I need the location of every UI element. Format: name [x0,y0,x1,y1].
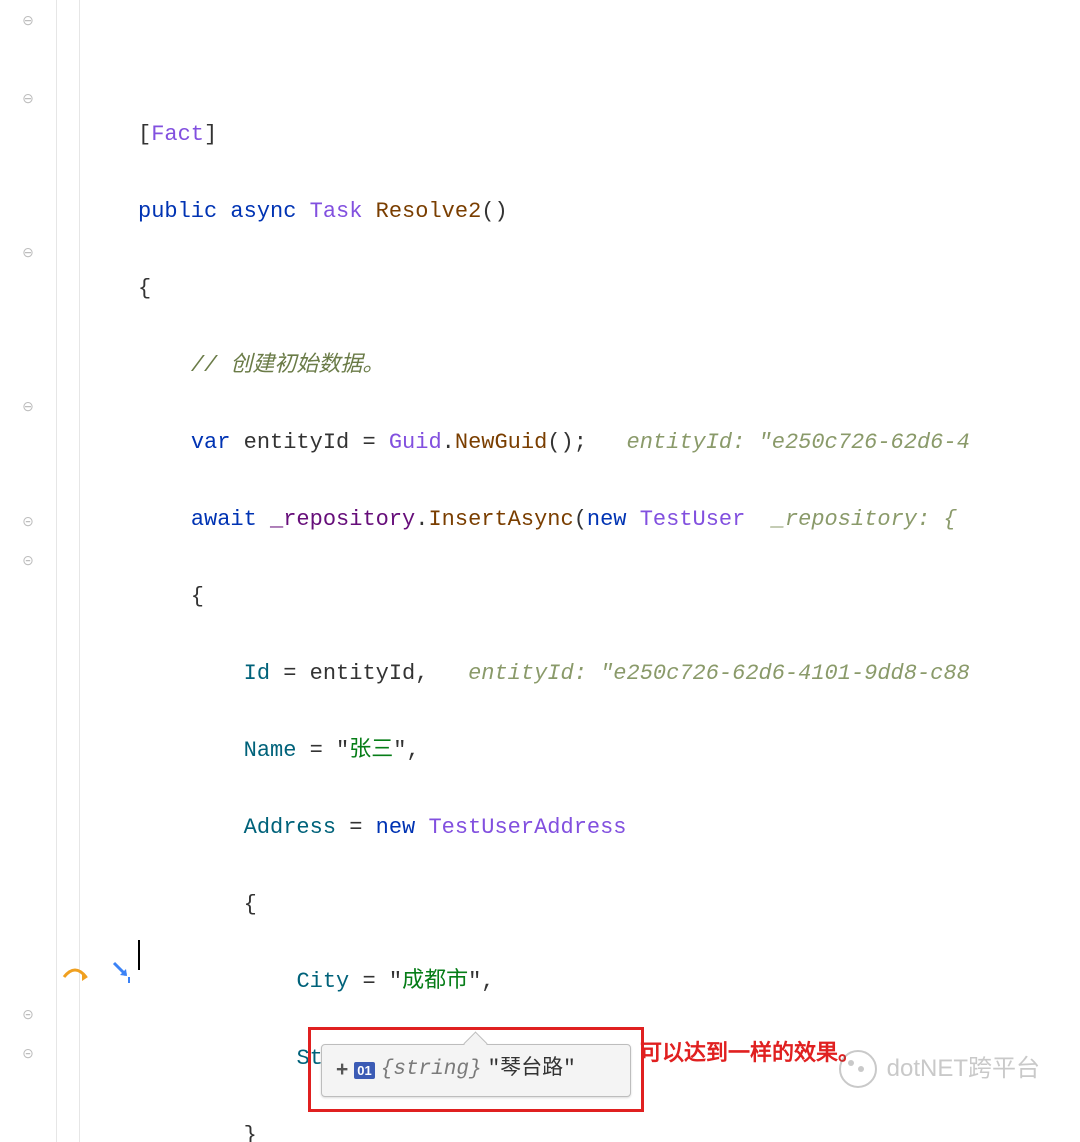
value-type: {string} [381,1052,482,1089]
value-kind-badge: 01 [354,1062,374,1079]
wechat-icon [839,1050,877,1088]
inline-hint: entityId: "e250c726-62d6-4101-9dd8-c88 [468,661,970,686]
debug-tooltip-outline: + 01 {string} "琴台路" [308,1027,644,1112]
inline-hint: _repository: { [772,507,957,532]
debug-tooltip[interactable]: + 01 {string} "琴台路" [321,1044,631,1097]
plus-icon[interactable]: + [336,1052,348,1089]
value-text: "琴台路" [488,1052,576,1089]
attr-fact: Fact [151,122,204,147]
inline-hint: entityId: "e250c726-62d6-4 [627,430,970,455]
watermark: dotNET跨平台 [839,1048,1040,1090]
comment-1: // 创建初始数据。 [191,353,385,378]
method-name: Resolve2 [376,199,482,224]
annotation-text: 可以达到一样的效果。 [640,1034,860,1073]
editor-view: ⊖ ⊖ ⊖ ⊖ ⊝ ⊝ ⊝ ⊝ [Fact] public async Task… [0,0,1080,1142]
gutter-left[interactable]: ⊖ ⊖ ⊖ ⊖ ⊝ ⊝ ⊝ ⊝ [0,0,57,1142]
step-into-icon[interactable] [112,961,134,996]
watermark-text: dotNET跨平台 [887,1048,1040,1090]
code-area[interactable]: [Fact] public async Task Resolve2() { //… [80,0,1080,1142]
step-over-icon[interactable] [62,963,88,998]
